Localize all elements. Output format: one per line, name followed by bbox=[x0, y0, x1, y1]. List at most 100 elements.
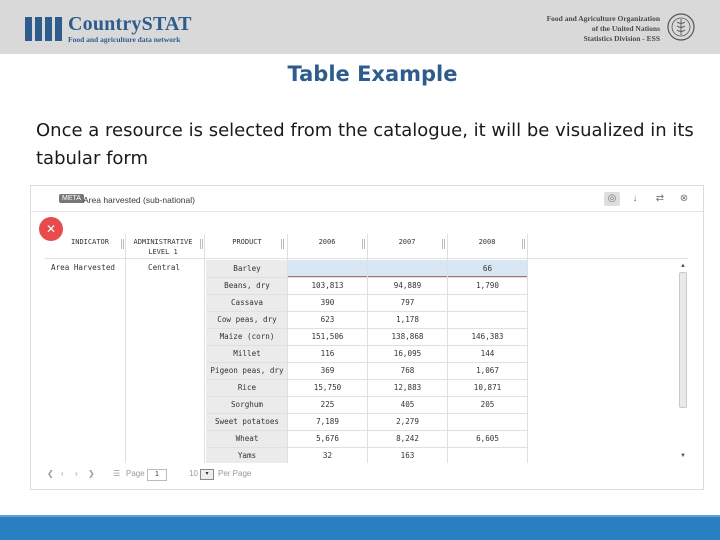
prev-page-icon[interactable]: ‹ bbox=[61, 469, 64, 478]
value-cell: 2,279 bbox=[396, 417, 419, 426]
value-cell: 225 bbox=[320, 400, 335, 409]
row-divider bbox=[207, 447, 527, 448]
value-cell: 6,605 bbox=[476, 434, 499, 443]
row-divider bbox=[207, 362, 527, 363]
per-page-dropdown-icon[interactable]: ▾ bbox=[200, 469, 214, 480]
download-icon[interactable]: ↓ bbox=[627, 192, 643, 206]
grid-line bbox=[125, 234, 126, 463]
org-name: Food and Agriculture Organization of the… bbox=[546, 14, 660, 43]
value-cell: 768 bbox=[400, 366, 415, 375]
page-label: Page bbox=[126, 469, 145, 478]
row-divider bbox=[207, 430, 527, 431]
header-bar: CountrySTAT Food and agriculture data ne… bbox=[0, 0, 720, 54]
per-page-value: 10 bbox=[189, 469, 198, 478]
value-cell: 66 bbox=[482, 264, 493, 273]
product-cell: Cow peas, dry bbox=[217, 315, 277, 324]
countrystat-logo-icon bbox=[25, 17, 63, 41]
column-resize-handle[interactable] bbox=[362, 239, 365, 249]
col-header-product[interactable]: PRODUCT bbox=[209, 237, 285, 247]
resource-title: Area harvested (sub-national) bbox=[83, 195, 195, 205]
row-divider bbox=[207, 311, 527, 312]
value-cell: 15,750 bbox=[313, 383, 342, 392]
value-cell: 797 bbox=[400, 298, 415, 307]
value-cell: 5,676 bbox=[316, 434, 339, 443]
value-cell: 103,813 bbox=[311, 281, 344, 290]
row-divider bbox=[207, 345, 527, 346]
col-header-indicator[interactable]: INDICATOR bbox=[55, 237, 125, 247]
scroll-up-icon[interactable]: ▲ bbox=[679, 262, 687, 270]
scroll-down-icon[interactable]: ▼ bbox=[679, 452, 687, 460]
product-cell: Millet bbox=[233, 349, 261, 358]
admin-cell: Central bbox=[148, 263, 181, 272]
meta-button[interactable]: META bbox=[59, 194, 84, 203]
pager: ❮ ‹ › ❯ ☰ Page 1 10 ▾ Per Page bbox=[41, 469, 341, 483]
value-cell: 369 bbox=[320, 366, 335, 375]
close-icon[interactable]: ⊗ bbox=[676, 192, 692, 206]
value-cell: 1,178 bbox=[396, 315, 419, 324]
value-cell: 405 bbox=[400, 400, 415, 409]
value-cell: 116 bbox=[320, 349, 335, 358]
product-cell: Sorghum bbox=[230, 400, 263, 409]
slide-description: Once a resource is selected from the cat… bbox=[36, 120, 694, 169]
value-cell: 146,383 bbox=[471, 332, 504, 341]
row-divider bbox=[207, 379, 527, 380]
vertical-scrollbar[interactable]: ▲ ▼ bbox=[677, 260, 689, 464]
value-cell: 7,189 bbox=[316, 417, 339, 426]
col-header-2006[interactable]: 2006 bbox=[289, 237, 365, 247]
product-cell: Pigeon peas, dry bbox=[210, 366, 284, 375]
slide-title: Table Example bbox=[287, 62, 458, 86]
last-page-icon[interactable]: ❯ bbox=[88, 469, 95, 478]
next-page-icon[interactable]: › bbox=[75, 469, 78, 478]
value-cell: 12,883 bbox=[393, 383, 422, 392]
value-cell: 138,868 bbox=[391, 332, 424, 341]
page-number-input[interactable]: 1 bbox=[147, 469, 167, 481]
product-cell: Wheat bbox=[235, 434, 259, 443]
product-cell: Cassava bbox=[230, 298, 263, 307]
target-icon[interactable]: ◎ bbox=[604, 192, 620, 206]
product-cell: Beans, dry bbox=[224, 281, 270, 290]
column-resize-handle[interactable] bbox=[200, 239, 203, 249]
first-page-icon[interactable]: ❮ bbox=[47, 469, 54, 478]
value-cell: 1,067 bbox=[476, 366, 499, 375]
indicator-cell: Area Harvested bbox=[51, 263, 116, 272]
value-cell: 16,095 bbox=[393, 349, 422, 358]
grid-line bbox=[204, 234, 205, 463]
refresh-icon[interactable]: ⇄ bbox=[652, 192, 668, 206]
table-viewer-panel: META Area harvested (sub-national) ◎ ↓ ⇄… bbox=[30, 185, 704, 490]
per-page-label: Per Page bbox=[218, 469, 252, 478]
page-menu-icon[interactable]: ☰ bbox=[113, 469, 120, 478]
value-cell: 10,871 bbox=[473, 383, 502, 392]
brand-tagline: Food and agriculture data network bbox=[68, 35, 181, 44]
row-divider bbox=[207, 396, 527, 397]
value-cell: 1,790 bbox=[476, 281, 499, 290]
scrollbar-thumb[interactable] bbox=[679, 272, 687, 408]
value-cell: 151,506 bbox=[311, 332, 344, 341]
product-cell: Maize (corn) bbox=[219, 332, 275, 341]
column-resize-handle[interactable] bbox=[281, 239, 284, 249]
row-divider bbox=[207, 277, 527, 278]
col-header-2008[interactable]: 2008 bbox=[449, 237, 525, 247]
product-cell: Sweet potatoes bbox=[214, 417, 279, 426]
row-divider bbox=[207, 413, 527, 414]
row-divider bbox=[207, 328, 527, 329]
column-resize-handle[interactable] bbox=[522, 239, 525, 249]
row-divider bbox=[207, 294, 527, 295]
product-cell: Yams bbox=[237, 451, 257, 460]
value-cell: 390 bbox=[320, 298, 335, 307]
value-cell: 8,242 bbox=[396, 434, 419, 443]
col-header-2007[interactable]: 2007 bbox=[369, 237, 445, 247]
viewer-toolbar: META Area harvested (sub-national) ◎ ↓ ⇄… bbox=[31, 186, 703, 212]
column-resize-handle[interactable] bbox=[442, 239, 445, 249]
value-cell: 163 bbox=[400, 451, 415, 460]
grid-line bbox=[527, 234, 528, 463]
footer-band bbox=[0, 515, 720, 540]
fao-logo-icon bbox=[667, 13, 695, 41]
col-header-admin[interactable]: ADMINISTRATIVE LEVEL 1 bbox=[126, 237, 200, 257]
product-cell: Rice bbox=[237, 383, 257, 392]
value-cell: 623 bbox=[320, 315, 335, 324]
value-cell: 205 bbox=[480, 400, 495, 409]
value-cell: 32 bbox=[322, 451, 333, 460]
value-cell: 144 bbox=[480, 349, 495, 358]
product-cell: Barley bbox=[233, 264, 261, 273]
column-resize-handle[interactable] bbox=[121, 239, 124, 249]
